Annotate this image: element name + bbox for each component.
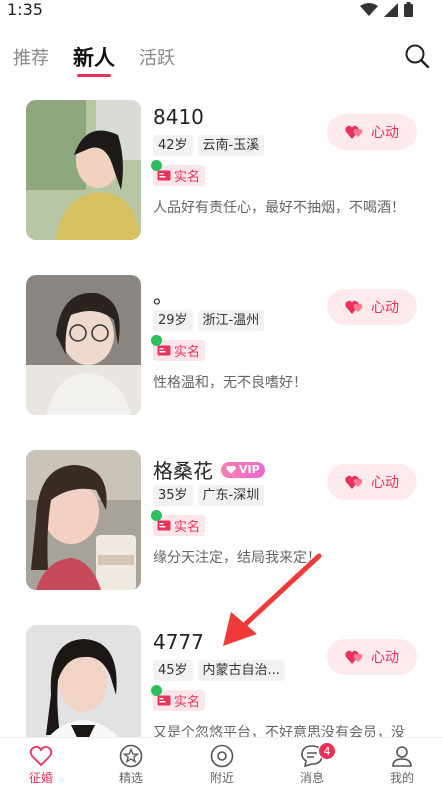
verified-label: 实名 <box>174 695 201 710</box>
id-card-icon <box>157 345 171 356</box>
tab-new[interactable]: 新人 <box>73 42 115 72</box>
id-card-icon <box>157 170 171 181</box>
vip-badge: VIP <box>221 461 265 478</box>
diamond-icon <box>226 465 236 474</box>
hearts-icon <box>345 475 363 489</box>
verified-badge: 实名 <box>151 685 206 711</box>
bottom-nav: 征婚 精选 附近 消息 4 我的 <box>0 737 443 789</box>
tab-active[interactable]: 活跃 <box>139 44 175 70</box>
location-tag: 浙江-温州 <box>197 310 265 331</box>
like-button[interactable]: 心动 <box>327 639 417 675</box>
location-icon <box>210 744 234 768</box>
age-tag: 42岁 <box>153 135 193 156</box>
profile-card[interactable]: 8410 42岁 云南-玉溪 实名 人品好有责任心，最好不抽烟，不喝酒！ 心动 <box>0 85 443 260</box>
profile-bio: 性格温和，无不良嗜好！ <box>153 375 307 391</box>
profile-card[interactable]: 格桑花 VIP 35岁 广东-深圳 实名 缘分天注定，结局我来定！ 心动 <box>0 435 443 610</box>
signal-icon <box>384 2 398 17</box>
like-button[interactable]: 心动 <box>327 464 417 500</box>
id-card-icon <box>157 520 171 531</box>
profile-tags: 29岁 浙江-温州 <box>153 310 265 331</box>
like-button[interactable]: 心动 <box>327 114 417 150</box>
profile-name-row: 格桑花 VIP <box>153 455 265 484</box>
check-icon <box>151 510 162 521</box>
like-label: 心动 <box>371 650 399 666</box>
verified-row: 实名 <box>151 160 206 186</box>
verified-row: 实名 <box>151 685 206 711</box>
tab-recommend[interactable]: 推荐 <box>13 44 49 70</box>
location-tag: 内蒙古自治... <box>197 660 285 681</box>
status-bar: 1:35 <box>0 0 443 26</box>
top-tabs: 推荐 新人 活跃 <box>0 30 443 85</box>
verified-label: 实名 <box>174 345 201 360</box>
hearts-icon <box>345 650 363 664</box>
profile-bio: 人品好有责任心，最好不抽烟，不喝酒！ <box>153 200 405 216</box>
nav-label: 征婚 <box>28 771 53 785</box>
verified-badge: 实名 <box>151 510 206 536</box>
hearts-icon <box>345 125 363 139</box>
like-label: 心动 <box>371 125 399 141</box>
profile-bio: 又是个忽悠平台，不好意思没有会员，没 <box>153 725 405 737</box>
age-tag: 45岁 <box>153 660 193 681</box>
profile-photo[interactable] <box>26 450 141 590</box>
verified-label: 实名 <box>174 520 201 535</box>
profile-photo[interactable] <box>26 100 141 240</box>
star-icon <box>119 744 143 768</box>
unread-badge: 4 <box>318 742 336 760</box>
nav-label: 消息 <box>299 771 324 785</box>
heart-icon <box>29 745 53 767</box>
profile-name-row: 4777 <box>153 630 204 654</box>
profile-photo[interactable] <box>26 275 141 415</box>
check-icon <box>151 685 162 696</box>
search-button[interactable] <box>403 42 431 70</box>
profile-name-row: 。 <box>153 280 173 309</box>
profile-card[interactable]: 4777 45岁 内蒙古自治... 实名 又是个忽悠平台，不好意思没有会员，没 … <box>0 610 443 737</box>
id-card-icon <box>157 695 171 706</box>
nav-messages[interactable]: 消息 4 <box>282 742 342 786</box>
age-tag: 35岁 <box>153 485 193 506</box>
profile-photo[interactable] <box>26 625 141 737</box>
location-tag: 广东-深圳 <box>197 485 265 506</box>
tab-indicator <box>77 74 111 77</box>
nav-label: 附近 <box>209 771 234 785</box>
user-icon <box>392 746 412 767</box>
check-icon <box>151 335 162 346</box>
profile-name: 格桑花 <box>153 459 213 483</box>
verified-row: 实名 <box>151 510 206 536</box>
profile-list: 8410 42岁 云南-玉溪 实名 人品好有责任心，最好不抽烟，不喝酒！ 心动 <box>0 85 443 737</box>
verified-badge: 实名 <box>151 160 206 186</box>
status-time: 1:35 <box>7 0 43 19</box>
profile-name: 8410 <box>153 105 204 129</box>
check-icon <box>151 160 162 171</box>
nav-label: 我的 <box>389 771 414 785</box>
age-tag: 29岁 <box>153 310 193 331</box>
nav-matchmaking[interactable]: 征婚 <box>11 744 71 786</box>
wifi-icon <box>360 2 378 16</box>
like-button[interactable]: 心动 <box>327 289 417 325</box>
like-label: 心动 <box>371 300 399 316</box>
search-icon <box>405 44 430 69</box>
profile-tags: 35岁 广东-深圳 <box>153 485 265 506</box>
verified-label: 实名 <box>174 170 201 185</box>
vip-label: VIP <box>239 463 260 476</box>
nav-label: 精选 <box>118 771 143 785</box>
profile-tags: 42岁 云南-玉溪 <box>153 135 265 156</box>
profile-card[interactable]: 。 29岁 浙江-温州 实名 性格温和，无不良嗜好！ 心动 <box>0 260 443 435</box>
profile-tags: 45岁 内蒙古自治... <box>153 660 285 681</box>
verified-badge: 实名 <box>151 335 206 361</box>
profile-name-row: 8410 <box>153 105 204 129</box>
profile-name: 。 <box>153 284 173 308</box>
profile-bio: 缘分天注定，结局我来定！ <box>153 550 321 566</box>
location-tag: 云南-玉溪 <box>197 135 265 156</box>
battery-icon <box>404 2 413 17</box>
status-icons <box>360 2 413 17</box>
hearts-icon <box>345 300 363 314</box>
nav-nearby[interactable]: 附近 <box>192 744 252 786</box>
profile-name: 4777 <box>153 630 204 654</box>
nav-featured[interactable]: 精选 <box>101 744 161 786</box>
nav-profile[interactable]: 我的 <box>372 744 432 786</box>
like-label: 心动 <box>371 475 399 491</box>
verified-row: 实名 <box>151 335 206 361</box>
